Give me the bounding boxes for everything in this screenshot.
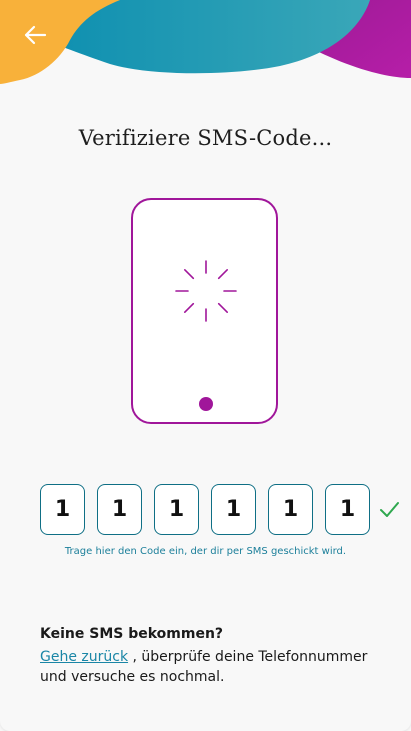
code-hint-text: Trage hier den Code ein, der dir per SMS… [64, 546, 347, 557]
phone-illustration [131, 198, 278, 424]
code-digit-5[interactable]: 1 [268, 484, 313, 535]
code-digit-3[interactable]: 1 [154, 484, 199, 535]
page-title: Verifiziere SMS-Code... [78, 126, 333, 150]
screen: Verifiziere SMS-Code... 1 1 1 1 1 1 Trag… [0, 0, 411, 731]
go-back-link[interactable]: Gehe zurück [40, 649, 128, 665]
no-sms-help-text: Gehe zurück , überprüfe deine Telefonnum… [40, 647, 380, 687]
loading-spinner-icon [175, 260, 237, 322]
verification-card: Verifiziere SMS-Code... 1 1 1 1 1 1 Trag… [0, 0, 411, 731]
sms-code-input-group: 1 1 1 1 1 1 [40, 484, 400, 536]
header-wave-decoration [0, 0, 411, 84]
arrow-left-icon [24, 25, 47, 45]
code-digit-2[interactable]: 1 [97, 484, 142, 535]
no-sms-heading: Keine SMS bekommen? [40, 626, 224, 642]
back-button[interactable] [18, 20, 52, 50]
phone-home-button [199, 397, 213, 411]
code-digit-1[interactable]: 1 [40, 484, 85, 535]
code-digit-4[interactable]: 1 [211, 484, 256, 535]
code-digit-6[interactable]: 1 [325, 484, 370, 535]
checkmark-icon [380, 502, 399, 517]
